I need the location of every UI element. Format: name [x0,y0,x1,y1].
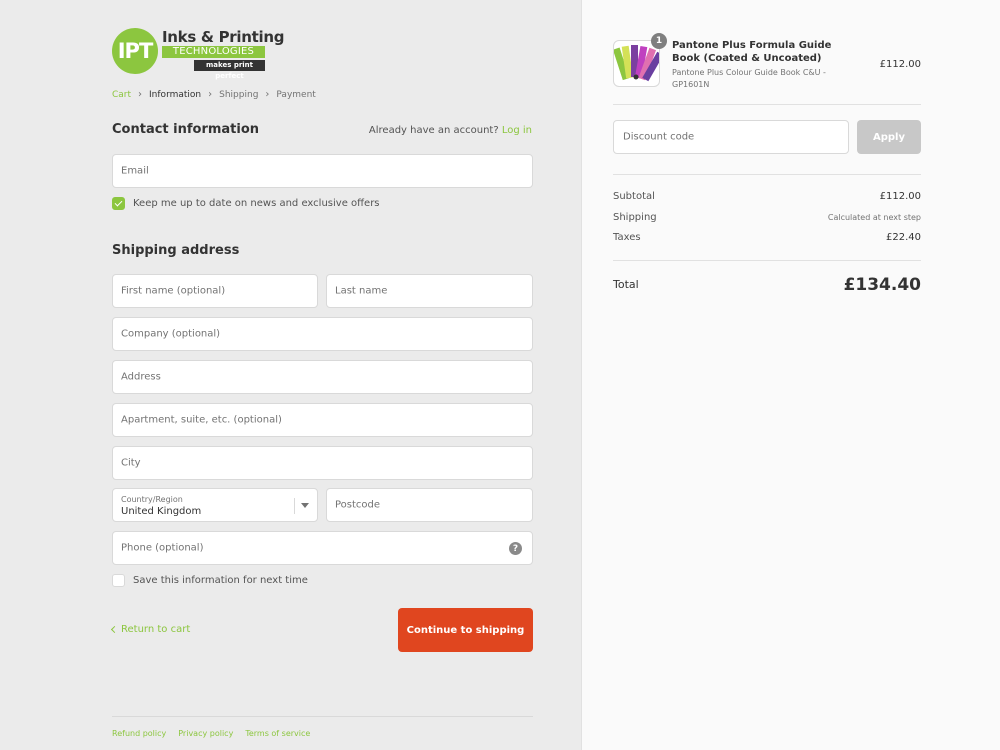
postcode-field[interactable]: Postcode [326,488,533,522]
shipping-section-title: Shipping address [112,243,240,258]
footer-links: Refund policy Privacy policy Terms of se… [112,729,310,738]
footer-divider [112,716,533,717]
taxes-value: £22.40 [886,232,921,243]
country-label: Country/Region [121,495,183,504]
save-info-checkbox[interactable] [112,574,125,587]
email-placeholder: Email [121,165,149,177]
chevron-right-icon: › [138,89,143,100]
company-placeholder: Company (optional) [121,328,221,340]
breadcrumb-information: Information [149,89,202,100]
select-divider [294,498,295,514]
breadcrumb: Cart › Information › Shipping › Payment [112,89,316,100]
shipping-value: Calculated at next step [827,213,921,222]
city-field[interactable]: City [112,446,533,480]
company-field[interactable]: Company (optional) [112,317,533,351]
logo-tagline: makes print perfect [194,60,265,80]
apartment-placeholder: Apartment, suite, etc. (optional) [121,414,282,426]
contact-section-title: Contact information [112,122,260,137]
terms-of-service-link[interactable]: Terms of service [245,729,310,738]
breadcrumb-shipping: Shipping [219,89,259,100]
phone-placeholder: Phone (optional) [121,542,204,554]
return-to-cart-link[interactable]: Return to cart [110,624,191,635]
address-placeholder: Address [121,371,161,383]
save-info-label: Save this information for next time [133,575,308,586]
total-label: Total [613,278,639,291]
question-circle-icon[interactable]: ? [509,542,522,555]
ipt-logo[interactable]: IPT Inks & Printing TECHNOLOGIES makes p… [112,28,284,80]
logo-name-line1: Inks & Printing [162,28,285,46]
newsletter-label: Keep me up to date on news and exclusive… [133,198,380,209]
logo-name-line2: TECHNOLOGIES [162,46,265,58]
login-prompt-text: Already have an account? [368,125,499,136]
subtotal-value: £112.00 [879,191,921,202]
color-fan-guide-icon [612,45,664,82]
last-name-placeholder: Last name [335,285,388,297]
summary-divider [613,174,921,175]
apartment-field[interactable]: Apartment, suite, etc. (optional) [112,403,533,437]
order-summary-panel [582,0,1000,750]
subtotal-label: Subtotal [613,191,655,202]
summary-divider [613,104,921,105]
product-name: Pantone Plus Formula Guide Book (Coated … [672,40,832,64]
taxes-label: Taxes [613,232,641,243]
last-name-field[interactable]: Last name [326,274,533,308]
chevron-down-icon [301,503,309,508]
first-name-field[interactable]: First name (optional) [112,274,318,308]
country-select[interactable]: Country/Region United Kingdom [112,488,318,522]
total-value: £134.40 [843,275,921,295]
privacy-policy-link[interactable]: Privacy policy [178,729,233,738]
city-placeholder: City [121,457,141,469]
quantity-badge: 1 [651,33,667,49]
apply-discount-button[interactable]: Apply [857,120,921,154]
logo-monogram: IPT [112,28,158,74]
login-link[interactable]: Log in [502,125,532,136]
postcode-placeholder: Postcode [335,499,381,511]
phone-field[interactable]: Phone (optional) ? [112,531,533,565]
newsletter-option[interactable]: Keep me up to date on news and exclusive… [112,197,380,210]
refund-policy-link[interactable]: Refund policy [112,729,166,738]
chevron-right-icon: › [265,89,270,100]
country-value: United Kingdom [121,506,202,517]
discount-placeholder: Discount code [623,131,695,143]
chevron-left-icon [110,625,119,634]
summary-divider [613,260,921,261]
continue-to-shipping-button[interactable]: Continue to shipping [398,608,533,652]
address-field[interactable]: Address [112,360,533,394]
discount-code-field[interactable]: Discount code [613,120,849,154]
return-to-cart-label: Return to cart [121,624,191,635]
chevron-right-icon: › [208,89,213,100]
login-prompt: Already have an account? Log in [369,125,532,136]
save-info-option[interactable]: Save this information for next time [112,574,308,587]
first-name-placeholder: First name (optional) [121,285,226,297]
product-variant: Pantone Plus Colour Guide Book C&U - GP1… [672,68,826,89]
shipping-label: Shipping [613,212,657,223]
email-field[interactable]: Email [112,154,533,188]
product-price: £112.00 [879,59,921,70]
checkout-main-panel: IPT Inks & Printing TECHNOLOGIES makes p… [0,0,582,750]
breadcrumb-payment: Payment [276,89,316,100]
breadcrumb-cart[interactable]: Cart [112,90,131,100]
newsletter-checkbox[interactable] [112,197,125,210]
